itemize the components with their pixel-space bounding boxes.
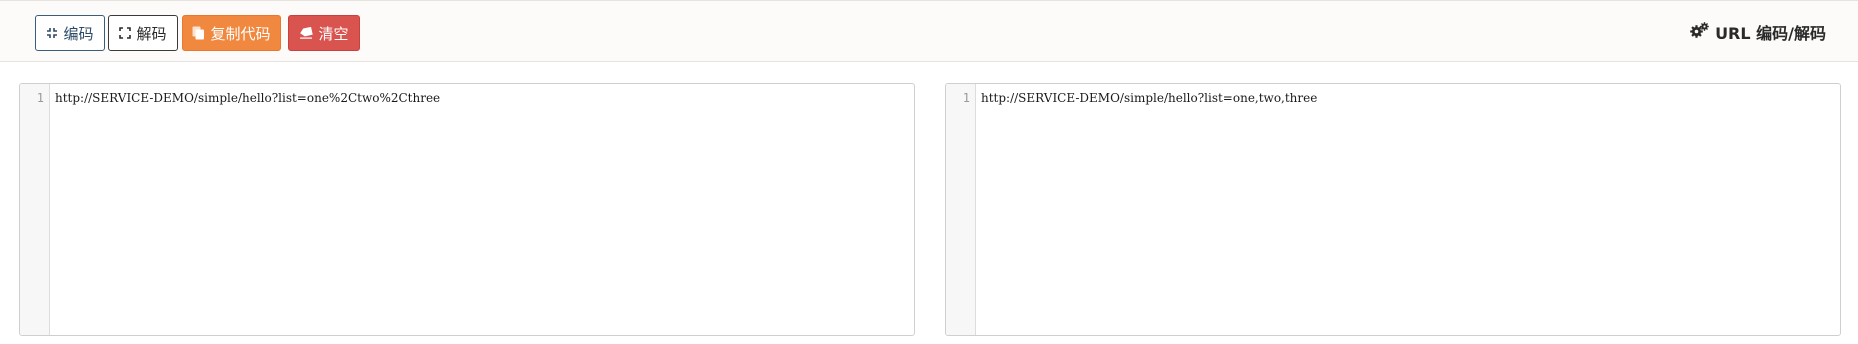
decode-label: 解码 bbox=[136, 24, 167, 43]
eraser-icon bbox=[299, 27, 314, 39]
compress-icon bbox=[46, 27, 58, 39]
line-number: 1 bbox=[36, 91, 44, 105]
gears-icon bbox=[1690, 22, 1709, 42]
encode-button[interactable]: 编码 bbox=[35, 15, 105, 51]
copy-icon bbox=[192, 26, 205, 40]
copy-code-button[interactable]: 复制代码 bbox=[182, 15, 281, 51]
line-gutter: 1 bbox=[946, 84, 976, 335]
expand-icon bbox=[119, 27, 132, 39]
clear-label: 清空 bbox=[318, 24, 349, 43]
line-gutter: 1 bbox=[20, 84, 50, 335]
code-line[interactable]: http://SERVICE-DEMO/simple/hello?list=on… bbox=[55, 91, 440, 105]
page-title: URL 编码/解码 bbox=[1690, 18, 1826, 46]
encode-label: 编码 bbox=[63, 24, 94, 43]
code-line[interactable]: http://SERVICE-DEMO/simple/hello?list=on… bbox=[981, 91, 1317, 105]
decoded-url-editor[interactable]: 1 http://SERVICE-DEMO/simple/hello?list=… bbox=[945, 83, 1841, 336]
encoded-url-editor[interactable]: 1 http://SERVICE-DEMO/simple/hello?list=… bbox=[19, 83, 915, 336]
decode-button[interactable]: 解码 bbox=[108, 15, 178, 51]
copy-code-label: 复制代码 bbox=[210, 24, 271, 43]
toolbar: 编码 解码 复制代码 清空 URL 编码/解码 bbox=[0, 0, 1858, 62]
clear-button[interactable]: 清空 bbox=[288, 15, 360, 51]
page-title-text: URL 编码/解码 bbox=[1715, 24, 1826, 43]
line-number: 1 bbox=[962, 91, 970, 105]
